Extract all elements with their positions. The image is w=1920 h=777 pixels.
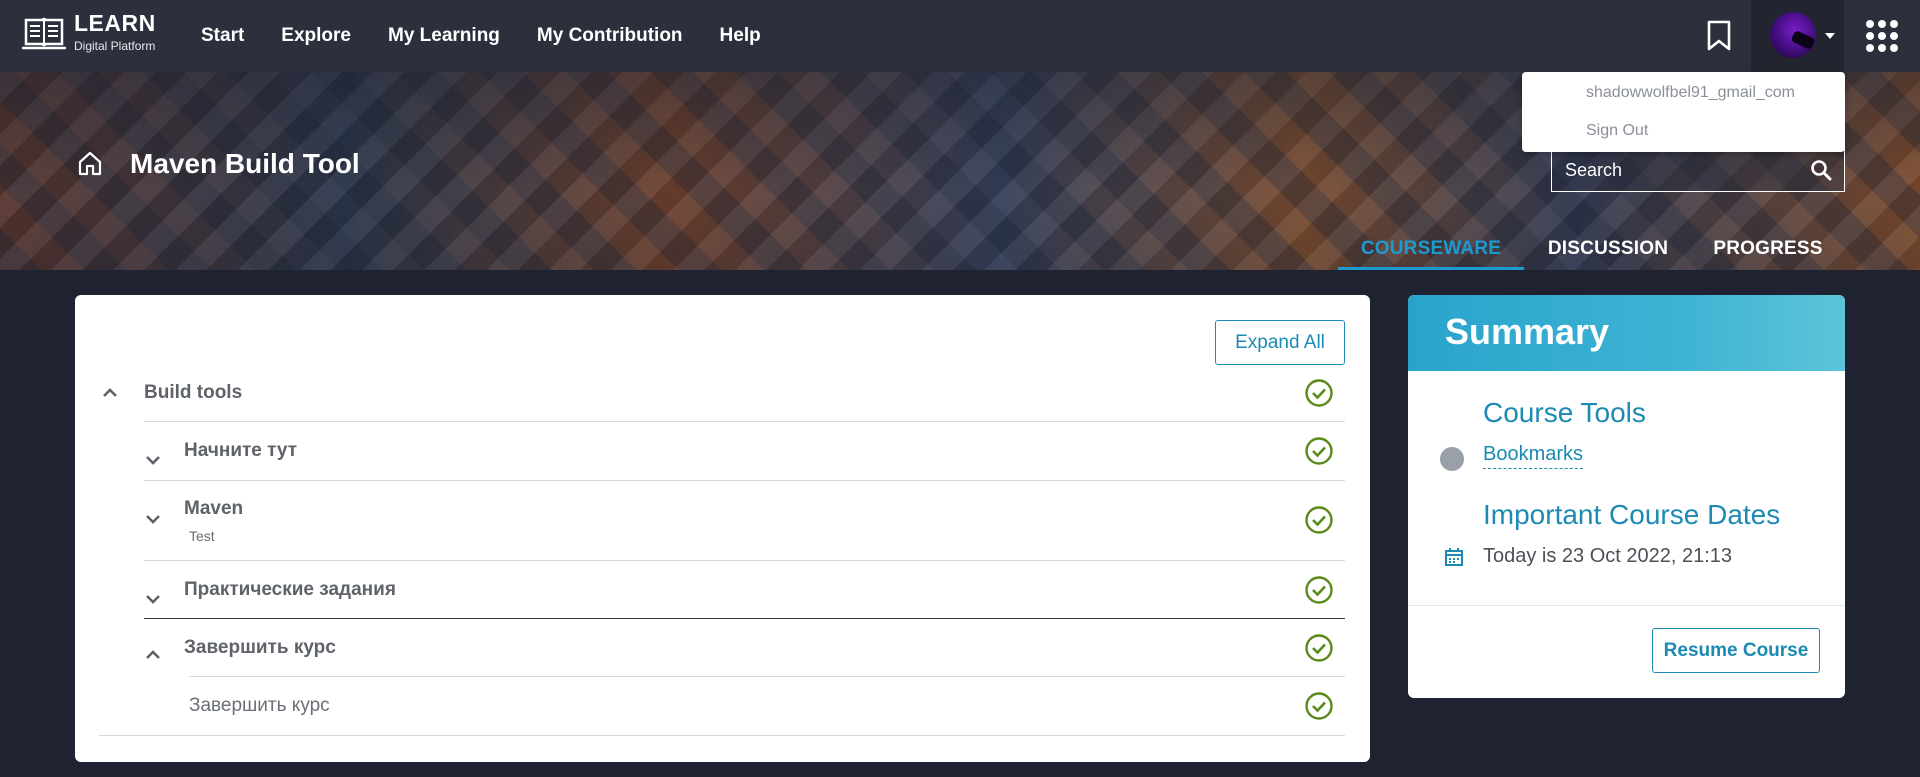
search-icon[interactable] (1810, 159, 1832, 181)
important-dates-heading: Important Course Dates (1483, 499, 1781, 530)
tab-courseware[interactable]: COURSEWARE (1338, 232, 1524, 270)
search-input[interactable] (1552, 149, 1802, 191)
course-search (1551, 148, 1845, 192)
book-icon (22, 17, 66, 50)
divider (1408, 605, 1845, 606)
course-tabs: COURSEWARE DISCUSSION PROGRESS (0, 232, 1920, 270)
chevron-down-icon[interactable] (144, 590, 162, 608)
bookmark-icon (1440, 447, 1464, 471)
sign-out-link[interactable]: Sign Out (1586, 122, 1648, 140)
subsection-title[interactable]: Начните тут (184, 440, 297, 462)
user-dropdown-menu: shadowwolfbel91_gmail_com Sign Out (1522, 72, 1845, 152)
divider (144, 618, 1345, 619)
nav-my-learning[interactable]: My Learning (388, 25, 500, 47)
check-circle-icon (1305, 506, 1333, 534)
brand-logo[interactable]: LEARN Digital Platform (22, 12, 156, 52)
resume-course-button[interactable]: Resume Course (1652, 628, 1820, 673)
caret-down-icon (1825, 33, 1835, 39)
user-menu-toggle[interactable] (1751, 0, 1844, 72)
calendar-icon (1445, 548, 1463, 566)
subsection-title[interactable]: Завершить курс (184, 637, 336, 659)
unit-link[interactable]: Завершить курс (189, 695, 330, 717)
avatar[interactable] (1770, 12, 1816, 58)
brand-subtitle: Digital Platform (74, 39, 156, 53)
summary-panel: Summary Course Tools Bookmarks Important… (1408, 295, 1845, 698)
chevron-up-icon[interactable] (144, 646, 162, 664)
course-outline (75, 295, 1370, 762)
check-circle-icon (1305, 692, 1333, 720)
dropdown-username[interactable]: shadowwolfbel91_gmail_com (1586, 84, 1795, 102)
home-icon[interactable] (77, 150, 103, 176)
check-circle-icon (1305, 437, 1333, 465)
brand-title: LEARN (74, 10, 156, 36)
course-tools-heading: Course Tools (1483, 397, 1646, 428)
expand-all-button[interactable]: Expand All (1215, 320, 1345, 365)
tab-progress[interactable]: PROGRESS (1703, 232, 1833, 270)
top-navigation: LEARN Digital Platform Start Explore My … (0, 0, 1920, 72)
subsection-title[interactable]: Практические задания (184, 579, 396, 601)
nav-explore[interactable]: Explore (281, 25, 351, 47)
today-date: Today is 23 Oct 2022, 21:13 (1483, 545, 1733, 567)
divider (144, 421, 1345, 422)
nav-help[interactable]: Help (720, 25, 761, 47)
nav-start[interactable]: Start (201, 25, 244, 47)
apps-grid-icon[interactable] (1866, 20, 1898, 52)
check-circle-icon (1305, 379, 1333, 407)
divider (99, 735, 1345, 736)
subsection-title-maven[interactable]: Maven (184, 498, 243, 520)
course-title: Maven Build Tool (130, 148, 360, 179)
bookmark-icon[interactable] (1705, 20, 1733, 52)
chevron-down-icon[interactable] (144, 451, 162, 469)
section-title-build-tools[interactable]: Build tools (144, 382, 242, 404)
divider (144, 560, 1345, 561)
chevron-down-icon[interactable] (144, 510, 162, 528)
chevron-up-icon[interactable] (101, 384, 119, 402)
main-nav: Start Explore My Learning My Contributio… (201, 0, 798, 72)
bookmarks-link[interactable]: Bookmarks (1483, 443, 1584, 469)
subsection-subtitle: Test (189, 528, 215, 544)
nav-my-contribution[interactable]: My Contribution (537, 25, 683, 47)
check-circle-icon (1305, 634, 1333, 662)
check-circle-icon (1305, 576, 1333, 604)
divider (189, 676, 1345, 677)
tab-discussion[interactable]: DISCUSSION (1538, 232, 1678, 270)
divider (144, 480, 1345, 481)
summary-header: Summary (1408, 295, 1845, 371)
summary-title: Summary (1445, 311, 1610, 352)
